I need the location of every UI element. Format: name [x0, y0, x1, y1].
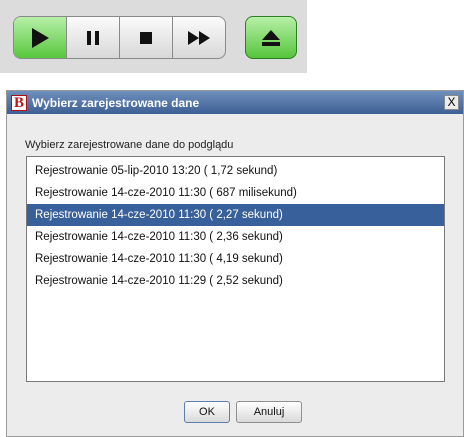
list-item[interactable]: Rejestrowanie 14-cze-2010 11:30 ( 687 mi…	[27, 182, 444, 204]
fast-forward-icon	[188, 30, 210, 45]
eject-icon	[262, 29, 280, 46]
list-item[interactable]: Rejestrowanie 14-cze-2010 11:30 ( 2,36 s…	[27, 226, 444, 248]
eject-button[interactable]	[245, 16, 297, 59]
select-recording-dialog: B Wybierz zarejestrowane dane X Wybierz …	[6, 90, 464, 437]
list-item-selected[interactable]: Rejestrowanie 14-cze-2010 11:30 ( 2,27 s…	[27, 204, 444, 226]
transport-button-group	[13, 16, 226, 59]
play-button[interactable]	[14, 17, 67, 58]
transport-toolbar	[0, 0, 307, 73]
recording-list[interactable]: Rejestrowanie 05-lip-2010 13:20 ( 1,72 s…	[26, 156, 445, 382]
stop-icon	[140, 31, 152, 44]
dialog-titlebar[interactable]: B Wybierz zarejestrowane dane X	[7, 91, 463, 114]
dialog-prompt: Wybierz zarejestrowane dane do podglądu	[25, 139, 234, 151]
dialog-title: Wybierz zarejestrowane dane	[32, 95, 200, 110]
list-item[interactable]: Rejestrowanie 14-cze-2010 11:29 ( 2,52 s…	[27, 270, 444, 292]
ok-button[interactable]: OK	[184, 401, 230, 423]
stop-button[interactable]	[120, 17, 173, 58]
list-item[interactable]: Rejestrowanie 05-lip-2010 13:20 ( 1,72 s…	[27, 160, 444, 182]
cancel-button[interactable]: Anuluj	[236, 401, 302, 423]
close-button[interactable]: X	[444, 95, 459, 110]
pause-button[interactable]	[67, 17, 120, 58]
app-logo-icon: B	[11, 94, 27, 111]
pause-icon	[87, 30, 99, 45]
list-item[interactable]: Rejestrowanie 14-cze-2010 11:30 ( 4,19 s…	[27, 248, 444, 270]
fast-forward-button[interactable]	[173, 17, 225, 58]
play-icon	[32, 27, 49, 48]
